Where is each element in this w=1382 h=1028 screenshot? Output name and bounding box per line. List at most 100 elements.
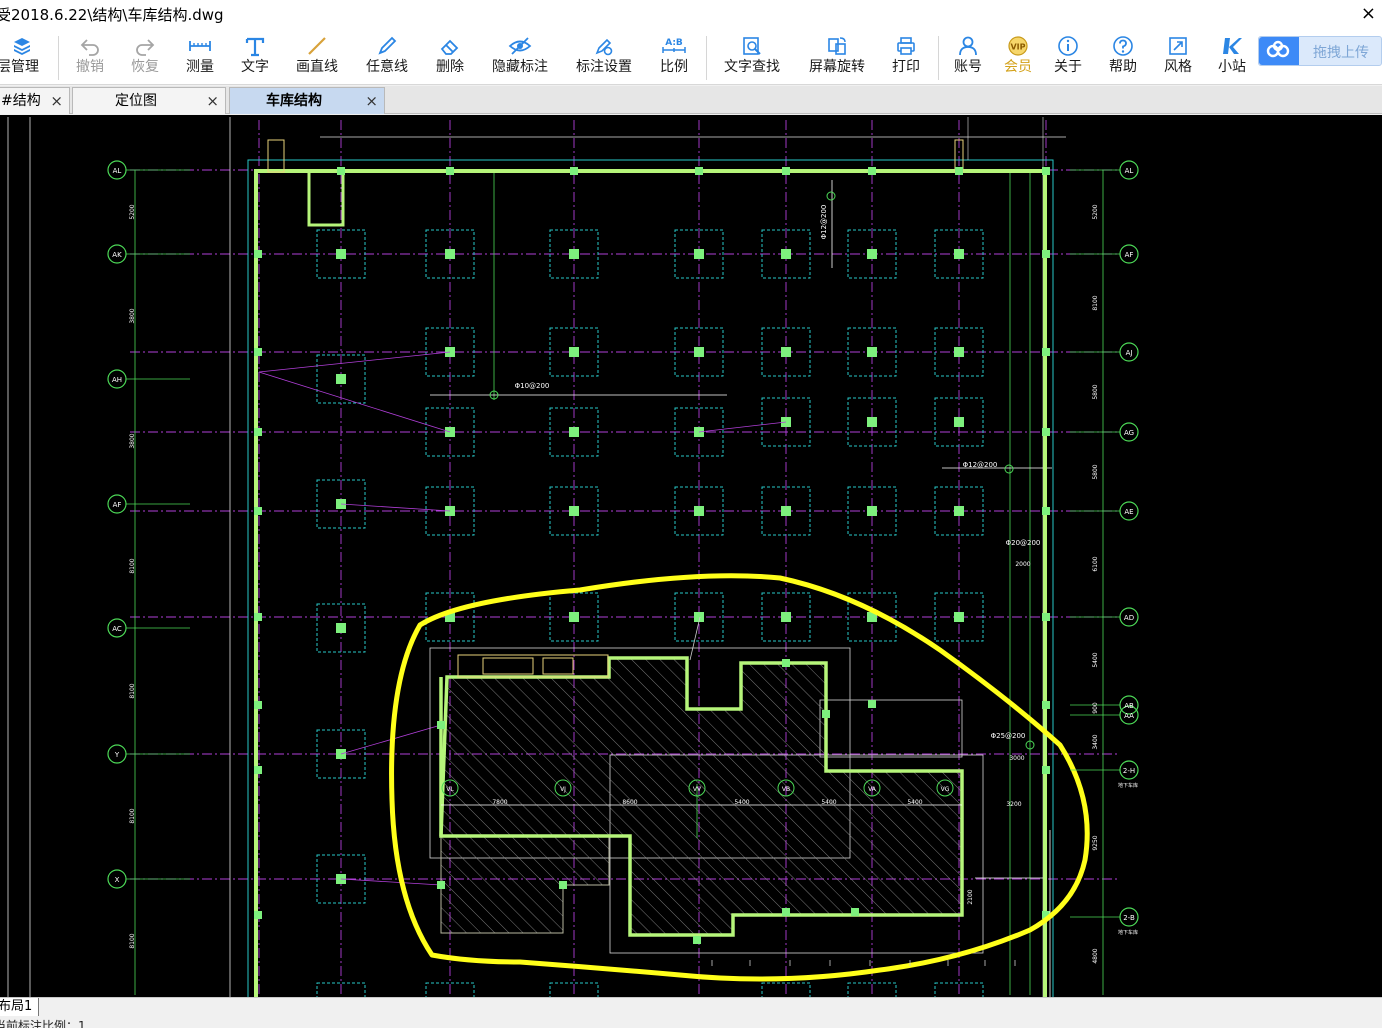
drawing-canvas[interactable]: AL AK AH AF AC Y X AL AF AJ AG AE AD AB AA 2-H 2-B 地下车库 地下…: [0, 115, 1382, 997]
delete-button[interactable]: 删除: [430, 30, 470, 85]
text-button[interactable]: 文字: [235, 30, 275, 85]
connector-line: [258, 371, 451, 433]
tab-label: 定位图: [115, 93, 157, 109]
scale-button[interactable]: A:B 比例: [656, 30, 692, 85]
column-marker: [337, 167, 345, 175]
toolbar-label: 账号: [954, 59, 982, 75]
leader-line: [689, 616, 701, 661]
eraser-icon: [430, 30, 470, 58]
dimension-text: 5400: [1092, 652, 1099, 667]
column-marker: [954, 347, 964, 357]
dimension-text: 8100: [129, 933, 136, 948]
column-marker: [954, 417, 964, 427]
close-window-button[interactable]: ×: [1361, 4, 1376, 24]
column-marker: [569, 612, 579, 622]
upload-label: 拖拽上传: [1313, 45, 1369, 61]
column-marker: [559, 881, 567, 889]
column-marker: [867, 249, 877, 259]
column-marker: [336, 374, 346, 384]
tab-close-button[interactable]: ×: [206, 88, 219, 114]
redo-button[interactable]: 恢复: [125, 30, 165, 85]
toolbar-label: 删除: [436, 59, 464, 75]
axis-label: AF: [1125, 251, 1134, 259]
vip-button[interactable]: VIP 会员: [1000, 30, 1036, 85]
dimension-text: 8100: [129, 558, 136, 573]
tab-close-button[interactable]: ×: [50, 88, 63, 114]
column-marker: [782, 167, 790, 175]
scale-icon: A:B: [656, 30, 692, 58]
tab-close-button[interactable]: ×: [365, 88, 378, 114]
rotate-screen-button[interactable]: 屏幕旋转: [805, 30, 869, 85]
freehand-line-button[interactable]: 任意线: [362, 30, 412, 85]
column-marker: [254, 701, 262, 709]
about-button[interactable]: 关于: [1050, 30, 1086, 85]
hide-annotation-button[interactable]: 隐藏标注: [488, 30, 552, 85]
measure-button[interactable]: 测量: [180, 30, 220, 85]
column-marker: [569, 506, 579, 516]
tab-location-map[interactable]: 定位图 ×: [72, 87, 226, 114]
dimension-text: 5400: [907, 799, 922, 806]
toolbar-divider: [706, 36, 707, 80]
style-icon: [1160, 30, 1196, 58]
column-marker: [1042, 507, 1050, 515]
dimension-text: 900: [1092, 702, 1099, 714]
column-marker: [446, 167, 454, 175]
stair-outline: [267, 139, 285, 173]
dimension-text: 5800: [1092, 464, 1099, 479]
column-marker: [781, 347, 791, 357]
style-button[interactable]: 风格: [1160, 30, 1196, 85]
axis-label: 2-B: [1123, 914, 1135, 922]
toolbar-label: 文字: [241, 59, 269, 75]
tab-garage-structure[interactable]: 车库结构 ×: [229, 87, 385, 114]
text-search-button[interactable]: 文字查找: [720, 30, 784, 85]
dimension-text: 5200: [1092, 204, 1099, 219]
connector-line: [698, 421, 787, 433]
status-bar: 当前标注比例：1: [0, 1016, 1382, 1028]
toolbar-label: 标注设置: [576, 59, 632, 75]
text-icon: [235, 30, 275, 58]
column-marker: [694, 506, 704, 516]
axis-note: 地下车库: [1118, 782, 1138, 789]
dimension-text: 2100: [967, 889, 974, 904]
column-marker: [570, 167, 578, 175]
dimension-text: 8100: [129, 683, 136, 698]
column-marker: [254, 507, 262, 515]
section-marker: [826, 191, 836, 201]
layer-manager-button[interactable]: 层管理: [0, 30, 44, 85]
layout-tab[interactable]: 布局1: [0, 998, 40, 1016]
layout-tab-bar: 布局1: [0, 997, 1382, 1016]
dimension-text: 8600: [622, 799, 637, 806]
column-marker: [868, 167, 876, 175]
dimension-text: 5800: [1092, 384, 1099, 399]
column-marker: [868, 700, 876, 708]
column-marker: [569, 249, 579, 259]
toolbar-label: 层管理: [0, 59, 39, 75]
k-site-button[interactable]: 小站: [1214, 30, 1250, 85]
column-marker: [445, 249, 455, 259]
axis-label: VA: [868, 786, 877, 793]
help-button[interactable]: 帮助: [1105, 30, 1141, 85]
status-text: 当前标注比例：1: [0, 1019, 86, 1028]
draw-line-button[interactable]: 画直线: [292, 30, 342, 85]
annotation-settings-icon: [572, 30, 636, 58]
column-marker: [1042, 613, 1050, 621]
axis-label: AE: [1124, 508, 1133, 516]
column-marker: [254, 613, 262, 621]
undo-button[interactable]: 撤销: [70, 30, 110, 85]
annotation-settings-button[interactable]: 标注设置: [572, 30, 636, 85]
account-button[interactable]: 账号: [950, 30, 986, 85]
hatched-slab: [440, 835, 610, 934]
column-marker: [781, 506, 791, 516]
column-marker: [695, 167, 703, 175]
column-marker: [254, 911, 262, 919]
layers-icon: [0, 30, 44, 58]
column-marker: [822, 710, 830, 718]
column-marker: [254, 348, 262, 356]
column-marker: [1042, 167, 1050, 175]
toolbar-label: 帮助: [1109, 59, 1137, 75]
column-marker: [694, 249, 704, 259]
print-button[interactable]: 打印: [888, 30, 924, 85]
tab-structure[interactable]: #结构 ×: [0, 87, 70, 114]
column-marker: [336, 249, 346, 259]
drag-upload-button[interactable]: 拖拽上传: [1258, 36, 1382, 66]
